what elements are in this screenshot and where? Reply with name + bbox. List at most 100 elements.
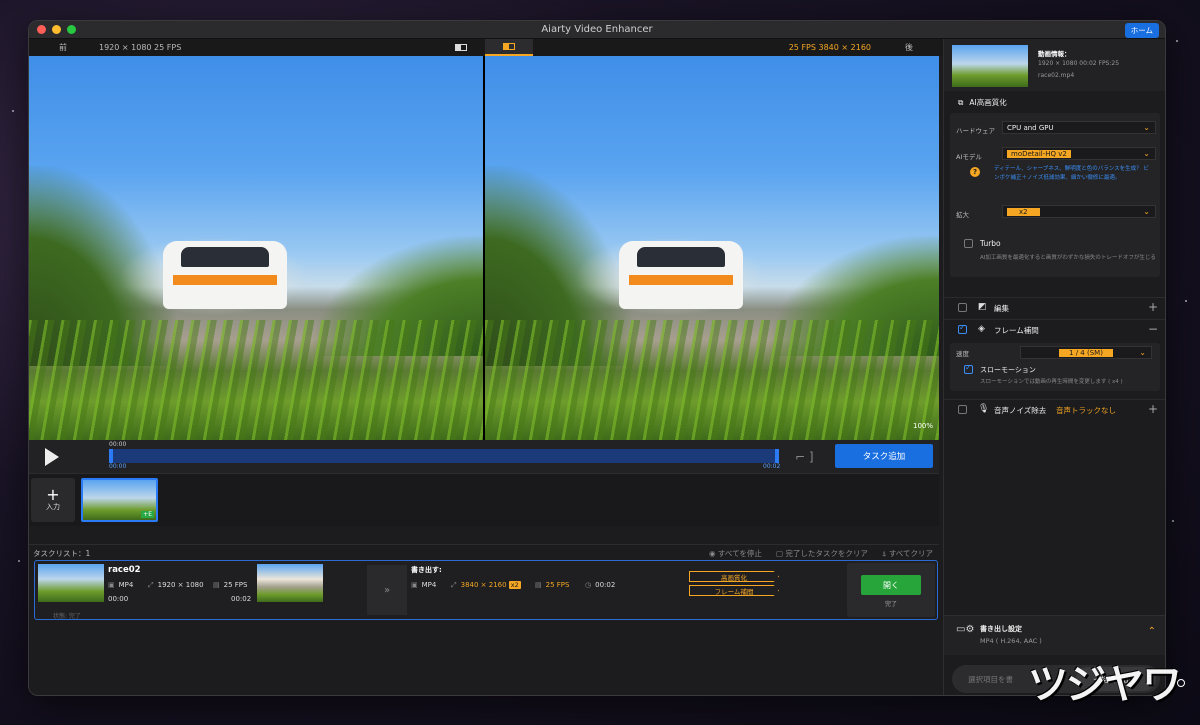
noise-row[interactable]: 🎙 音声ノイズ除去 音声トラックなし + (944, 399, 1165, 419)
out-fps-value: 25 FPS (545, 581, 570, 589)
task-fps: ▤ 25 FPS (213, 581, 247, 589)
task-row[interactable]: race02 ▣ MP4 ⤢ 1920 × 1080 ▤ 25 FPS 00:00 0… (34, 560, 938, 620)
preview-pane: 前 1920 × 1080 25 FPS 25 FPS 3840 × 2160 … (29, 39, 943, 695)
enhance-title-label: AI高画質化 (969, 98, 1007, 107)
model-value: moDetail-HQ v2 (1007, 149, 1071, 158)
out-resolution: ⤢ 3840 × 2160 x2 (451, 581, 521, 590)
trim-start-time: 00:00 (109, 463, 127, 470)
turbo-label: Turbo (980, 239, 1001, 248)
scale-dropdown[interactable]: x2 ⌄ (1002, 205, 1156, 218)
output-block: 書き出す: ▣ MP4 ⤢ 3840 × 2160 x2 ▤ 25 FPS ◷ 00:0… (407, 561, 677, 619)
edit-label: 編集 (994, 304, 1009, 313)
speed-label: 速度 (956, 350, 969, 358)
watermark-dot (1177, 679, 1185, 687)
before-info: 1920 × 1080 25 FPS (99, 43, 182, 52)
out-format: ▣ MP4 (411, 581, 436, 589)
task-resolution-value: 1920 × 1080 (157, 581, 204, 589)
turbo-checkbox[interactable] (964, 239, 973, 248)
resolution-icon: ⤢ (148, 581, 154, 589)
before-frame (29, 56, 483, 440)
titlebar: Aiarty Video Enhancer ホーム (29, 21, 1165, 39)
enhance-icon: ⧉ (958, 97, 964, 107)
plus-icon: + (46, 485, 60, 504)
hardware-dropdown[interactable]: CPU and GPU ⌄ (1002, 121, 1156, 134)
slowmo-help: スローモーションでは動画の再生時間を変更します ( x4 ) (980, 379, 1123, 385)
watermark-logo: ツジヤワ (1028, 662, 1182, 708)
enhance-panel: ハードウェア CPU and GPU ⌄ AIモデル moDetail-HQ v… (950, 113, 1160, 277)
video-compare-area[interactable]: 100% (29, 56, 939, 440)
app-window: Aiarty Video Enhancer ホーム 前 1920 × 1080 … (28, 20, 1166, 696)
interpolation-row[interactable]: ◈ フレーム補間 − (944, 319, 1165, 339)
out-format-value: MP4 (421, 581, 437, 589)
broom-icon: ⍋ (881, 549, 889, 558)
slowmo-label: スローモーション (980, 366, 1036, 374)
grass (29, 320, 483, 440)
split-view-button[interactable] (485, 39, 533, 56)
task-source-thumbnail (38, 564, 104, 602)
slowmo-checkbox[interactable] (964, 363, 973, 374)
input-label: 入力 (46, 503, 60, 511)
add-input-button[interactable]: + 入力 (31, 478, 75, 522)
after-frame: 100% (485, 56, 939, 440)
model-help-text: ディテール、シャープネス、鮮明度と色のバランスを生成？ ビンボケ補正＋ノイズ低減… (994, 166, 1149, 181)
star (1172, 520, 1174, 522)
rally-car (619, 241, 743, 309)
batch-placeholder: 選択項目を書 (968, 674, 1013, 684)
home-button[interactable]: ホーム (1124, 23, 1159, 38)
export-label: 書き出す: (411, 566, 442, 574)
single-view-icon (455, 44, 467, 51)
export-settings-title: 書き出し設定 (980, 625, 1022, 633)
clock-icon: ◷ (585, 581, 592, 589)
model-dropdown[interactable]: moDetail-HQ v2 ⌄ (1002, 147, 1156, 160)
fps-icon: ▤ (535, 581, 542, 589)
clear-all-label: すべてクリア (888, 549, 933, 558)
turbo-help: AI加工画質を最適化すると画質がわずかな損失のトレードオフが生じる (980, 255, 1156, 261)
export-settings[interactable]: ▭⚙ 書き出し設定 MP4 ( H.264, AAC ) ⌃ (944, 615, 1165, 655)
interpolation-label: フレーム補間 (994, 326, 1039, 335)
timeline-slider[interactable] (109, 449, 779, 463)
chevron-double-up-icon[interactable]: ⌃ (1148, 626, 1156, 637)
edit-checkbox[interactable] (958, 303, 967, 312)
out-duration: ◷ 00:02 (585, 581, 615, 589)
clear-icon: ▢ (775, 549, 786, 558)
export-settings-value: MP4 ( H.264, AAC ) (980, 637, 1042, 645)
help-icon[interactable]: ? (970, 167, 980, 177)
star (12, 110, 14, 112)
add-task-button[interactable]: タスク追加 (835, 444, 933, 468)
task-resolution: ⤢ 1920 × 1080 (148, 581, 204, 590)
chevron-down-icon: ⌄ (1143, 123, 1150, 132)
chevron-down-icon: ⌄ (1139, 348, 1146, 357)
tag-enhance: 高画質化 (689, 571, 779, 582)
single-view-button[interactable] (437, 39, 485, 56)
video-info: 動画情報： 1920 × 1080 00:02 FPS:25 race02.mp… (944, 39, 1165, 91)
speed-dropdown[interactable]: 1 / 4 (SM) ⌄ (1020, 346, 1152, 359)
clear-all-button[interactable]: ⍋ すべてクリア (882, 548, 933, 559)
minus-icon[interactable]: − (1148, 322, 1158, 336)
task-format-value: MP4 (118, 581, 134, 589)
task-start-time: 00:00 (108, 595, 129, 603)
clear-done-label: 完了したタスクをクリア (785, 549, 868, 558)
open-button[interactable]: 開く (861, 575, 921, 595)
interpolation-checkbox[interactable] (958, 323, 967, 334)
interpolation-panel: 速度 1 / 4 (SM) ⌄ スローモーション スローモーションでは動画の再生… (950, 343, 1160, 391)
stop-all-button[interactable]: ◉ すべてを停止 (709, 548, 762, 559)
out-resolution-value: 3840 × 2160 (460, 581, 507, 589)
task-fps-value: 25 FPS (223, 581, 248, 589)
task-format: ▣ MP4 (108, 581, 133, 589)
crop-icon[interactable]: ⌐ ] (795, 450, 814, 464)
play-icon[interactable] (45, 448, 59, 466)
tasklist-label: タスクリスト：1 (33, 549, 91, 558)
noise-checkbox[interactable] (958, 405, 967, 414)
info-file: race02.mp4 (1038, 72, 1075, 79)
video-thumbnail[interactable]: +E (81, 478, 158, 522)
plus-icon[interactable]: + (1148, 402, 1158, 416)
film-icon: ▣ (108, 581, 115, 589)
plus-icon[interactable]: + (1148, 300, 1158, 314)
star (1185, 300, 1187, 302)
before-label: 前 (59, 43, 67, 52)
done-label: 完了 (884, 601, 897, 608)
edit-row[interactable]: ◩ 編集 + (944, 297, 1165, 317)
after-info: 25 FPS 3840 × 2160 (788, 43, 871, 52)
trim-end-time: 00:02 (763, 463, 781, 470)
clear-done-button[interactable]: ▢ 完了したタスクをクリア (776, 548, 868, 559)
